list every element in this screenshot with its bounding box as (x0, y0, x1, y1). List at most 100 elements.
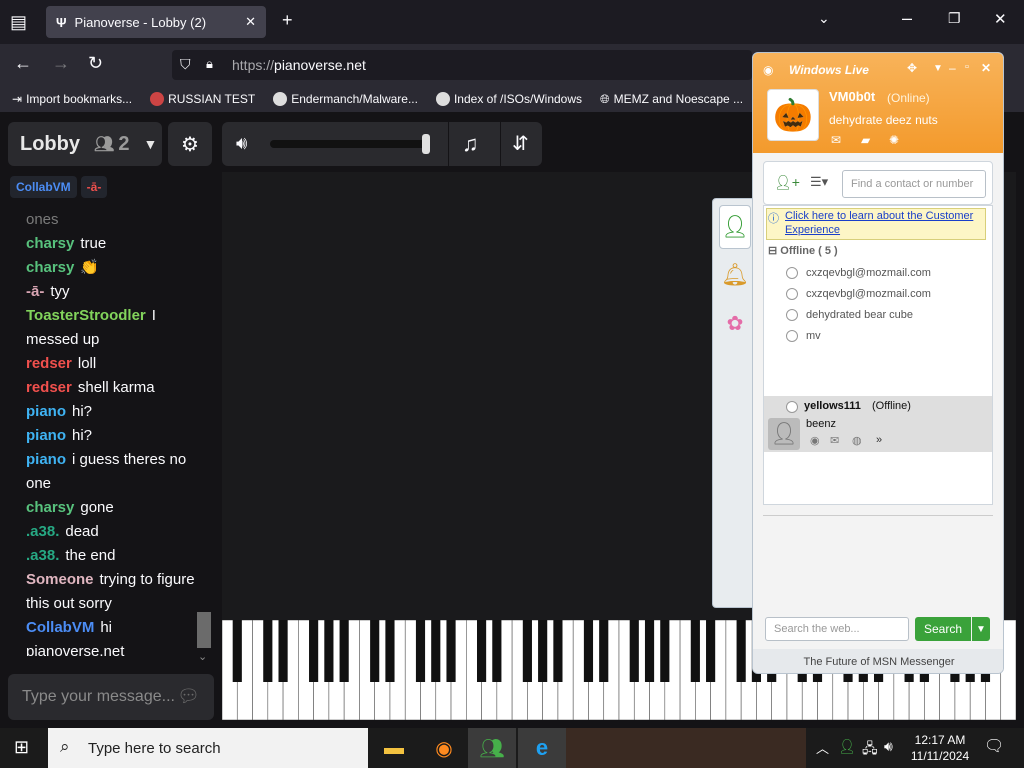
web-search-input[interactable]: Search the web... (765, 617, 909, 641)
black-key[interactable] (599, 620, 609, 682)
user-chip[interactable]: -ā- (80, 176, 108, 198)
chat-username[interactable]: Someone (26, 571, 94, 588)
bookmark-endermanch[interactable]: Endermanch/Malware... (273, 92, 418, 106)
volume-handle[interactable] (422, 134, 430, 154)
msn-menu-icon[interactable]: ◉ (763, 63, 773, 77)
black-key[interactable] (385, 620, 395, 682)
restore-icon[interactable]: ❐ (948, 10, 961, 27)
black-key[interactable] (522, 620, 532, 682)
chat-username[interactable]: redser (26, 379, 72, 396)
tab-list-icon[interactable]: ▤ (10, 12, 27, 33)
mail-icon[interactable]: ✉ (831, 133, 841, 147)
black-key[interactable] (263, 620, 273, 682)
email-icon[interactable]: ✉ (830, 434, 839, 447)
offline-group-header[interactable]: ⊟ Offline ( 5 ) (768, 244, 838, 257)
chat-icon[interactable]: ◍ (852, 434, 862, 447)
chat-username[interactable]: ToasterStroodler (26, 307, 146, 324)
notification-icon[interactable]: 🗨︎ (984, 736, 1004, 756)
chat-input[interactable]: Type your message... 💬︎ (8, 674, 214, 720)
chevron-down-icon[interactable]: ⌄ (818, 10, 830, 27)
black-key[interactable] (736, 620, 746, 682)
pumpkin-avatar[interactable]: 🎃 (767, 89, 819, 141)
msn-restore-icon[interactable]: ▫ (965, 61, 969, 73)
black-key[interactable] (706, 620, 716, 682)
chat-username[interactable]: .a38. (26, 523, 59, 540)
chat-username[interactable]: charsy (26, 235, 74, 252)
black-key[interactable] (415, 620, 426, 682)
settings-button[interactable]: ⚙ (168, 122, 212, 166)
contact-item[interactable]: dehydrated bear cube (764, 304, 992, 325)
close-window-icon[interactable]: ✕ (994, 10, 1007, 28)
msn-username[interactable]: VM0b0t (829, 89, 875, 104)
msn-tray-icon[interactable]: 👤︎ (838, 738, 856, 755)
contacts-tab-icon[interactable]: 👤︎ (719, 205, 751, 249)
msn-close-icon[interactable]: ✕ (981, 61, 991, 75)
bookmark-russian-test[interactable]: RUSSIAN TEST (150, 92, 255, 106)
chat-scrollbar[interactable] (197, 612, 211, 648)
file-explorer-icon[interactable]: ▬ (370, 728, 418, 768)
chevron-up-icon[interactable]: ︿ (816, 738, 829, 757)
bell-icon[interactable]: 🔔︎ (719, 253, 751, 297)
internet-explorer-icon[interactable]: e (518, 728, 566, 768)
forward-icon[interactable]: → (52, 53, 70, 74)
taskbar-search[interactable]: ⌕ Type here to search (48, 728, 368, 768)
chat-username[interactable]: piano (26, 403, 66, 420)
msn-messenger-taskbar-icon[interactable]: 👥︎ (468, 728, 516, 768)
find-contact-input[interactable]: Find a contact or number (842, 170, 986, 198)
msn-status[interactable]: (Online) (887, 91, 930, 105)
user-chip[interactable]: CollabVM (10, 176, 77, 198)
shield-icon[interactable]: ⛉ (180, 56, 191, 73)
music-note-icon[interactable]: ♫ (462, 131, 479, 157)
more-icon[interactable]: » (876, 434, 882, 446)
lock-icon[interactable]: 🔒︎ (206, 56, 213, 72)
reload-icon[interactable]: ↻ (88, 53, 103, 74)
volume-tray-icon[interactable]: 🔊︎ (884, 738, 893, 755)
chat-username[interactable]: charsy (26, 499, 74, 516)
black-key[interactable] (660, 620, 670, 682)
chat-username[interactable]: CollabVM (26, 619, 94, 636)
bookmark-isos[interactable]: Index of /ISOs/Windows (435, 92, 582, 106)
black-key[interactable] (339, 620, 349, 682)
black-key[interactable] (476, 620, 487, 682)
chat-bubble-icon[interactable]: 💬︎ (177, 686, 200, 707)
volume-icon[interactable]: 🔊︎ (236, 133, 247, 154)
network-icon[interactable]: 🖧︎ (862, 738, 878, 762)
list-options-icon[interactable]: ☰▾ (810, 174, 828, 190)
scroll-down-icon[interactable]: ⌄ (198, 650, 207, 663)
black-key[interactable] (644, 620, 655, 682)
volume-slider[interactable] (270, 140, 430, 148)
bookmark-import[interactable]: ⇥ Import bookmarks... (12, 92, 132, 106)
black-key[interactable] (431, 620, 441, 682)
msn-minimize-icon[interactable]: – (949, 61, 956, 75)
msn-dropdown-icon[interactable]: ▼ (933, 63, 943, 74)
chat-username[interactable]: .a38. (26, 547, 59, 564)
black-key[interactable] (538, 620, 548, 682)
url-bar[interactable]: ⛉ 🔒︎ https://pianoverse.net (172, 50, 752, 80)
chat-username[interactable]: piano (26, 451, 66, 468)
usb-icon[interactable]: ⇵ (512, 131, 529, 156)
add-contact-icon[interactable]: 👤︎+ (774, 174, 800, 191)
chat-username[interactable]: piano (26, 427, 66, 444)
black-key[interactable] (583, 620, 594, 682)
windows-start-icon[interactable]: ⊞ (14, 737, 29, 758)
black-key[interactable] (446, 620, 456, 682)
contact-item[interactable]: cxzqevbgl@mozmail.com (764, 262, 992, 283)
black-key[interactable] (629, 620, 639, 682)
profile-icon[interactable]: ◉ (810, 434, 820, 447)
black-key[interactable] (553, 620, 563, 682)
customer-experience-link[interactable]: Click here to learn about the Customer E… (766, 208, 986, 240)
black-key[interactable] (309, 620, 319, 682)
search-button[interactable]: Search (915, 617, 971, 641)
folder-icon[interactable]: ▰ (861, 133, 870, 147)
firefox-icon[interactable]: ◉ (420, 728, 468, 768)
msn-personal-message[interactable]: dehydrate deez nuts (829, 113, 938, 127)
butterfly-icon[interactable]: ✿ (719, 301, 751, 345)
black-key[interactable] (324, 620, 334, 682)
contact-item[interactable]: mv (764, 325, 992, 346)
chat-username[interactable]: charsy (26, 259, 74, 276)
black-key[interactable] (232, 620, 242, 682)
close-tab-icon[interactable]: ✕ (245, 14, 256, 30)
new-tab-icon[interactable]: + (282, 10, 293, 31)
bookmark-memz[interactable]: 🌐︎ MEMZ and Noescape ... (600, 92, 743, 107)
minimize-icon[interactable]: – (902, 8, 912, 29)
